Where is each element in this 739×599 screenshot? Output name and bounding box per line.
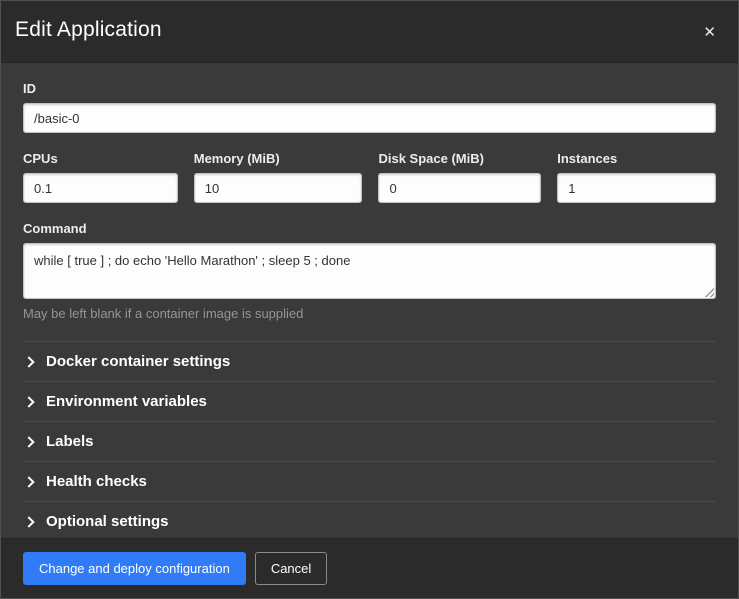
resource-row: CPUs Memory (MiB) Disk Space (MiB) Insta… <box>23 151 716 203</box>
modal-footer: Change and deploy configuration Cancel <box>1 538 738 598</box>
section-label: Optional settings <box>46 513 169 530</box>
command-field-group: Command while [ true ] ; do echo 'Hello … <box>23 221 716 321</box>
chevron-right-icon <box>23 516 34 527</box>
command-textarea[interactable]: while [ true ] ; do echo 'Hello Marathon… <box>23 243 716 299</box>
close-button[interactable]: ✕ <box>697 19 722 46</box>
id-label: ID <box>23 81 716 96</box>
section-label: Health checks <box>46 473 147 490</box>
close-icon: ✕ <box>703 24 716 41</box>
section-label: Labels <box>46 433 94 450</box>
change-and-deploy-button[interactable]: Change and deploy configuration <box>23 552 246 585</box>
section-health-checks[interactable]: Health checks <box>23 462 716 502</box>
disk-input[interactable] <box>378 173 541 203</box>
chevron-right-icon <box>23 396 34 407</box>
section-label: Docker container settings <box>46 353 230 370</box>
id-field-group: ID <box>23 81 716 133</box>
modal-header: Edit Application ✕ <box>1 1 738 63</box>
modal-title: Edit Application <box>15 18 162 42</box>
memory-label: Memory (MiB) <box>194 151 363 166</box>
section-labels[interactable]: Labels <box>23 422 716 462</box>
section-docker-container-settings[interactable]: Docker container settings <box>23 342 716 382</box>
cpus-input[interactable] <box>23 173 178 203</box>
instances-input[interactable] <box>557 173 716 203</box>
disk-field-group: Disk Space (MiB) <box>378 151 541 203</box>
command-label: Command <box>23 221 716 236</box>
command-textarea-wrap: while [ true ] ; do echo 'Hello Marathon… <box>23 243 716 299</box>
cpus-field-group: CPUs <box>23 151 178 203</box>
chevron-right-icon <box>23 436 34 447</box>
cpus-label: CPUs <box>23 151 178 166</box>
chevron-right-icon <box>23 476 34 487</box>
memory-field-group: Memory (MiB) <box>194 151 363 203</box>
instances-field-group: Instances <box>557 151 716 203</box>
section-environment-variables[interactable]: Environment variables <box>23 382 716 422</box>
command-help-text: May be left blank if a container image i… <box>23 306 716 321</box>
modal-body: ID CPUs Memory (MiB) Disk Space (MiB) In… <box>1 63 738 538</box>
section-optional-settings[interactable]: Optional settings <box>23 502 716 538</box>
collapsible-sections: Docker container settings Environment va… <box>23 341 716 538</box>
instances-label: Instances <box>557 151 716 166</box>
cancel-button[interactable]: Cancel <box>255 552 327 585</box>
section-label: Environment variables <box>46 393 207 410</box>
memory-input[interactable] <box>194 173 363 203</box>
id-input[interactable] <box>23 103 716 133</box>
edit-application-modal: Edit Application ✕ ID CPUs Memory (MiB) … <box>0 0 739 599</box>
chevron-right-icon <box>23 356 34 367</box>
disk-label: Disk Space (MiB) <box>378 151 541 166</box>
